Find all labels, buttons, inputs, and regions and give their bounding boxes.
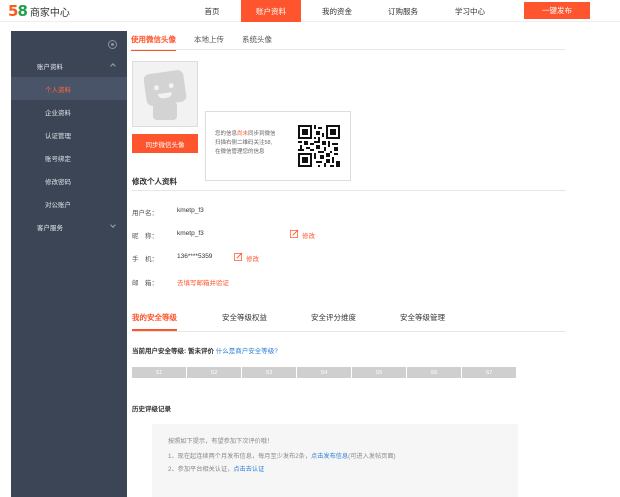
history-tip-2: 2、参加平台相关认证，点击去认证 bbox=[168, 466, 265, 473]
nav-subscription[interactable]: 订购服务 bbox=[373, 0, 433, 22]
current-security-level: 当前用户安全等级: 暂未评价 什么是商户安全等级? bbox=[132, 348, 278, 355]
history-title: 历史评级记录 bbox=[132, 406, 171, 413]
tab-security-benefits[interactable]: 安全等级权益 bbox=[222, 312, 267, 329]
level-s3: S3 bbox=[242, 367, 296, 378]
logo-text: 商家中心 bbox=[29, 7, 70, 19]
sidebar: 账户资料 个人资料 企业资料 认证管理 账号绑定 修改密码 对公账户 客户服务 bbox=[11, 31, 127, 497]
nav-home[interactable]: 首页 bbox=[182, 0, 242, 22]
level-s4: S4 bbox=[297, 367, 351, 378]
divider bbox=[132, 331, 566, 332]
phone-value: 136****5359 bbox=[177, 253, 213, 260]
edit-icon[interactable] bbox=[290, 229, 299, 238]
nickname-edit-link[interactable]: 修改 bbox=[302, 230, 315, 240]
logo-58-mark: 58 bbox=[8, 2, 28, 20]
level-s5: S5 bbox=[352, 367, 406, 378]
sidebar-group-label: 客户服务 bbox=[37, 224, 63, 232]
nickname-value: kmetp_f3 bbox=[177, 230, 204, 237]
level-s2: S2 bbox=[187, 367, 241, 378]
tab-security-dimensions[interactable]: 安全评分维度 bbox=[311, 312, 356, 329]
nav-learning[interactable]: 学习中心 bbox=[440, 0, 500, 22]
sidebar-item-binding[interactable]: 账号绑定 bbox=[11, 146, 127, 169]
sidebar-item-password[interactable]: 修改密码 bbox=[11, 169, 127, 192]
phone-edit-link[interactable]: 修改 bbox=[246, 253, 259, 263]
sidebar-group-customer-service[interactable]: 客户服务 bbox=[11, 215, 127, 238]
level-s7: S7 bbox=[462, 367, 516, 378]
chevron-down-icon bbox=[110, 222, 116, 228]
wechat-tip-box: 您的信息尚未同步到微信 扫描右侧二维码关注58, 在微信管理您的信息 bbox=[205, 111, 351, 181]
username-label: 用户名： bbox=[132, 210, 158, 217]
wechat-tip-text: 您的信息尚未同步到微信 扫描右侧二维码关注58, 在微信管理您的信息 bbox=[215, 131, 276, 155]
tab-security-management[interactable]: 安全等级管理 bbox=[400, 312, 445, 329]
sidebar-group-account[interactable]: 账户资料 bbox=[11, 54, 127, 77]
nav-funds[interactable]: 我的资金 bbox=[307, 0, 367, 22]
sidebar-item-certification[interactable]: 认证管理 bbox=[11, 123, 127, 146]
chevron-up-icon bbox=[110, 63, 116, 69]
logo[interactable]: 58 商家中心 bbox=[8, 2, 70, 20]
nickname-label: 昵 称： bbox=[132, 233, 158, 240]
sidebar-item-profile[interactable]: 个人资料 bbox=[11, 77, 127, 100]
sidebar-group-label: 账户资料 bbox=[37, 63, 63, 71]
nav-account[interactable]: 账户资料 bbox=[241, 0, 301, 22]
publish-button[interactable]: 一键发布 bbox=[524, 2, 590, 19]
security-level-bar: S1 S2 S3 S4 S5 S6 S7 bbox=[132, 367, 516, 378]
sync-wechat-avatar-button[interactable]: 同步微信头像 bbox=[132, 134, 198, 153]
publish-info-link[interactable]: 点击发布信息 bbox=[311, 453, 348, 460]
sidebar-item-corporate-account[interactable]: 对公账户 bbox=[11, 192, 127, 215]
email-label: 邮 箱： bbox=[132, 280, 158, 287]
level-s1: S1 bbox=[132, 367, 186, 378]
edit-icon[interactable] bbox=[234, 252, 243, 261]
gear-icon[interactable] bbox=[108, 40, 117, 49]
tab-my-security-level[interactable]: 我的安全等级 bbox=[132, 312, 177, 331]
top-bar: 58 商家中心 首页 账户资料 我的资金 订购服务 学习中心 一键发布 bbox=[0, 0, 620, 22]
sidebar-item-company[interactable]: 企业资料 bbox=[11, 100, 127, 123]
divider bbox=[132, 190, 566, 191]
profile-section-title: 修改个人资料 bbox=[132, 177, 177, 186]
history-tip-1: 1、现在起连续两个月发布信息，每月至少发布2条，点击发布信息(可进入发帖页面) bbox=[168, 453, 396, 460]
go-certify-link[interactable]: 点击去认证 bbox=[233, 466, 264, 473]
history-tips-box: 按照如下提示，有望参加下次评价哦！ 1、现在起连续两个月发布信息，每月至少发布2… bbox=[152, 424, 518, 497]
divider bbox=[131, 49, 565, 50]
email-verify-link[interactable]: 去填写邮箱并验证 bbox=[177, 277, 229, 287]
what-is-security-level-link[interactable]: 什么是商户安全等级? bbox=[216, 348, 278, 355]
phone-label: 手 机： bbox=[132, 256, 158, 263]
avatar bbox=[132, 61, 198, 127]
history-hint: 按照如下提示，有望参加下次评价哦！ bbox=[168, 438, 274, 445]
username-value: kmetp_f3 bbox=[177, 207, 204, 214]
security-tabs: 我的安全等级 安全等级权益 安全评分维度 安全等级管理 bbox=[132, 312, 566, 332]
level-s6: S6 bbox=[407, 367, 461, 378]
qr-code-icon bbox=[298, 125, 340, 167]
